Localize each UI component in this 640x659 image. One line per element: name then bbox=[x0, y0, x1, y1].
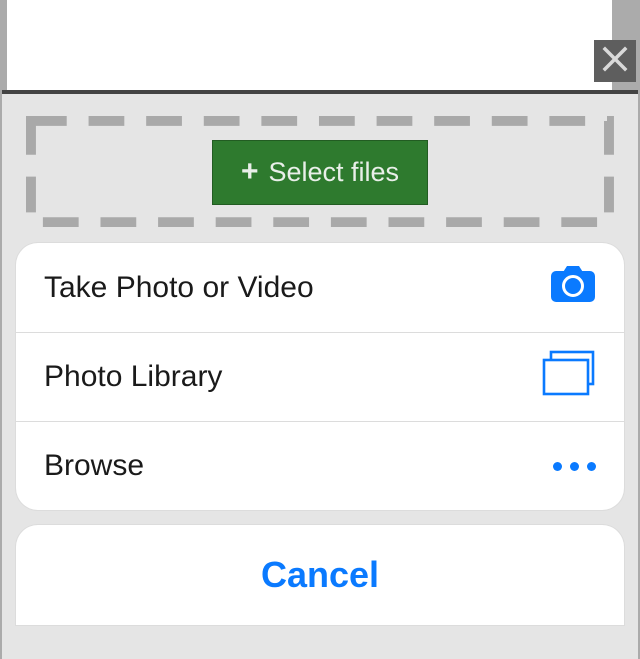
action-label: Take Photo or Video bbox=[44, 271, 314, 305]
photo-stack-icon bbox=[542, 350, 596, 404]
close-button[interactable] bbox=[594, 40, 636, 82]
background-content-panel bbox=[7, 0, 612, 100]
more-dots-icon bbox=[553, 462, 596, 471]
close-icon bbox=[600, 44, 630, 79]
file-dropzone[interactable]: + Select files bbox=[26, 116, 614, 228]
action-sheet: Take Photo or Video Photo Library Browse bbox=[16, 243, 624, 510]
cancel-label: Cancel bbox=[261, 554, 379, 596]
camera-icon bbox=[550, 265, 596, 311]
select-files-label: Select files bbox=[268, 157, 399, 188]
action-browse[interactable]: Browse bbox=[16, 421, 624, 510]
plus-icon: + bbox=[241, 157, 259, 187]
action-label: Browse bbox=[44, 449, 144, 483]
action-take-photo[interactable]: Take Photo or Video bbox=[16, 243, 624, 332]
action-label: Photo Library bbox=[44, 360, 222, 394]
select-files-button[interactable]: + Select files bbox=[212, 140, 428, 205]
cancel-button[interactable]: Cancel bbox=[16, 525, 624, 625]
action-photo-library[interactable]: Photo Library bbox=[16, 332, 624, 421]
